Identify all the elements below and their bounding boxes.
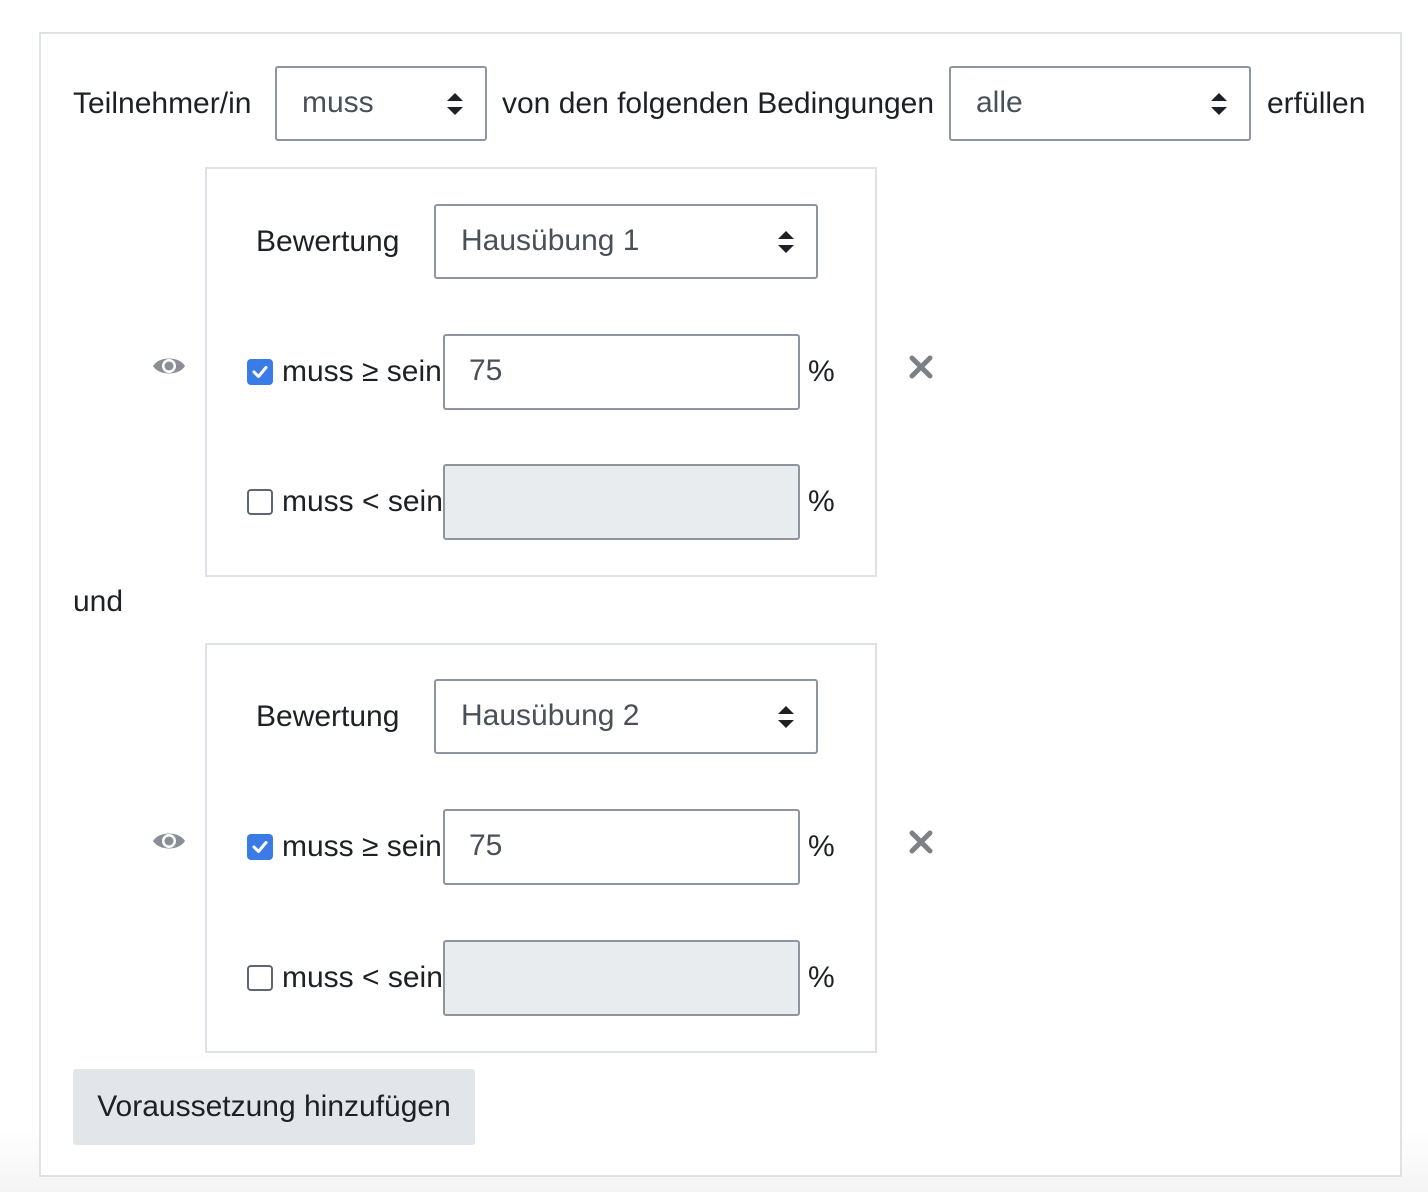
select-arrows-icon <box>778 705 794 728</box>
min-grade-checkbox[interactable] <box>247 359 273 385</box>
header-suffix-label: erfüllen <box>1267 87 1366 120</box>
min-grade-input[interactable]: 75 <box>443 809 800 885</box>
grade-item-value: Hausübung 1 <box>461 224 640 257</box>
min-grade-input[interactable]: 75 <box>443 334 800 410</box>
max-grade-checkbox[interactable] <box>247 489 273 515</box>
min-grade-unit: % <box>808 355 835 388</box>
add-restriction-button[interactable]: Voraussetzung hinzufügen <box>73 1069 475 1145</box>
header-prefix-label: Teilnehmer/in <box>73 87 252 120</box>
select-arrows-icon <box>1211 92 1227 115</box>
min-grade-checkbox[interactable] <box>247 834 273 860</box>
condition-type-label: Bewertung <box>256 225 400 258</box>
max-grade-label: muss < sein <box>282 485 443 518</box>
checkmark-icon <box>252 366 268 378</box>
must-select-value: muss <box>302 86 374 119</box>
max-grade-label: muss < sein <box>282 961 443 994</box>
max-grade-checkbox[interactable] <box>247 965 273 991</box>
connector-label: und <box>73 585 124 618</box>
max-grade-input[interactable] <box>443 940 800 1016</box>
close-icon[interactable] <box>909 355 933 379</box>
min-grade-unit: % <box>808 830 835 863</box>
select-arrows-icon <box>447 92 463 115</box>
scope-select-value: alle <box>976 86 1023 119</box>
scope-select[interactable]: alle <box>949 66 1251 141</box>
checkmark-icon <box>252 841 268 853</box>
header-middle-label: von den folgenden Bedingungen <box>502 87 935 120</box>
grade-item-select[interactable]: Hausübung 2 <box>434 679 818 754</box>
max-grade-unit: % <box>808 485 835 518</box>
max-grade-input[interactable] <box>443 464 800 540</box>
min-grade-label: muss ≥ sein <box>282 355 442 388</box>
eye-icon[interactable] <box>152 354 186 378</box>
max-grade-unit: % <box>808 961 835 994</box>
min-grade-label: muss ≥ sein <box>282 830 442 863</box>
eye-icon[interactable] <box>152 829 186 853</box>
select-arrows-icon <box>778 230 794 253</box>
condition-type-label: Bewertung <box>256 700 400 733</box>
close-icon[interactable] <box>909 830 933 854</box>
grade-item-select[interactable]: Hausübung 1 <box>434 204 818 279</box>
grade-item-value: Hausübung 2 <box>461 699 640 732</box>
must-select[interactable]: muss <box>275 66 487 141</box>
